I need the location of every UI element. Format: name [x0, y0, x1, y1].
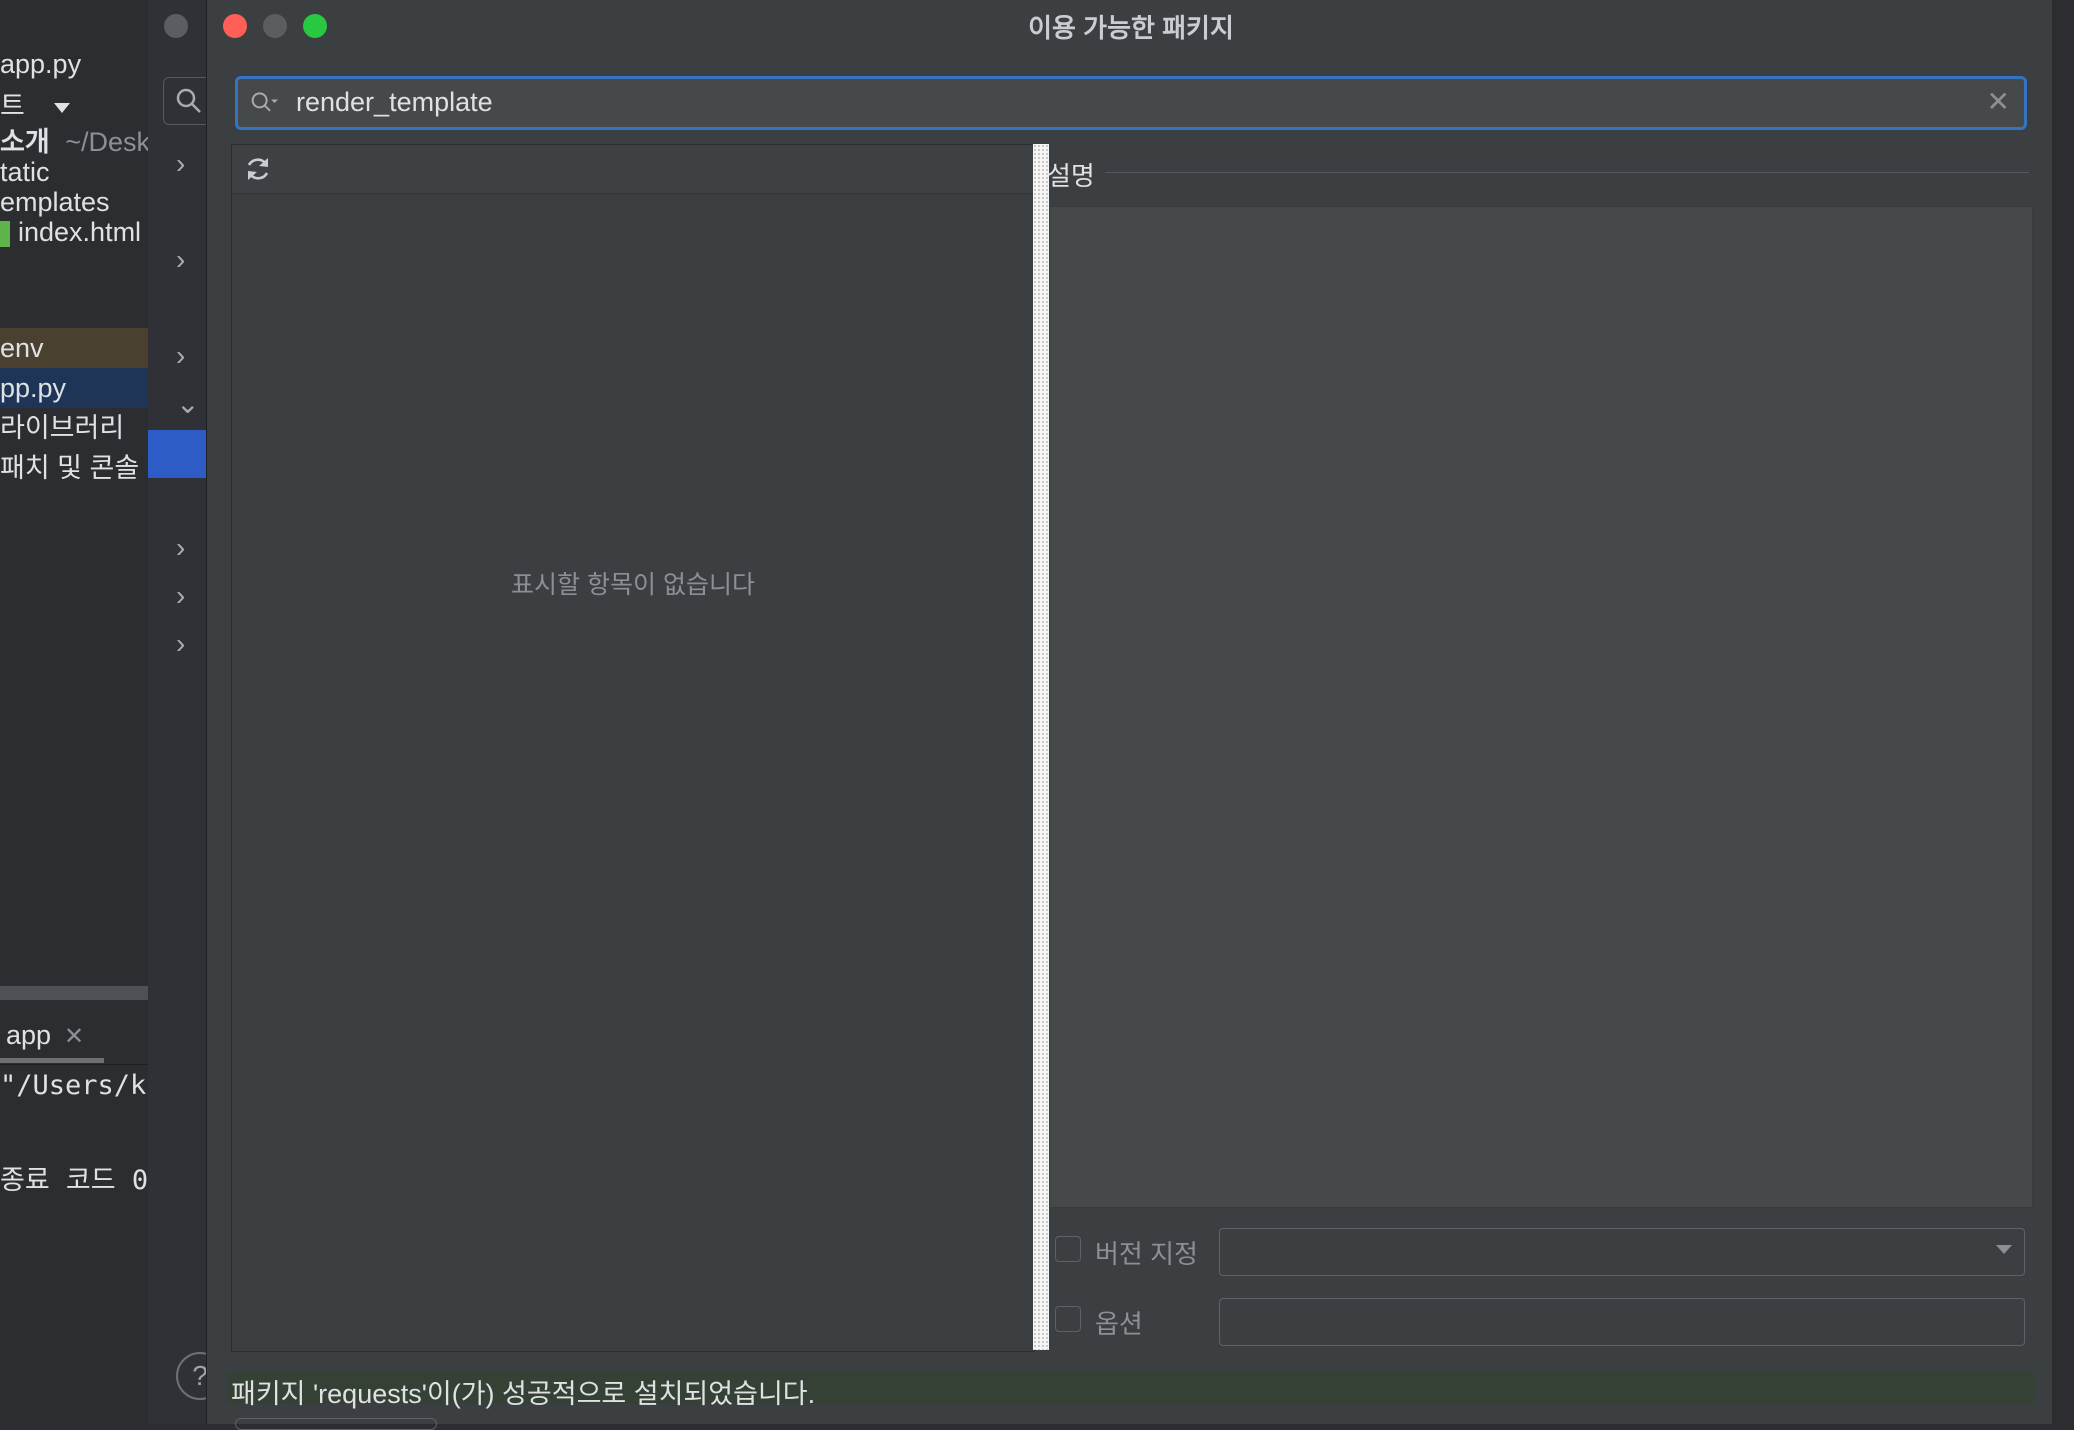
run-tool-tabbar: app ✕ — [0, 1010, 148, 1065]
search-icon — [251, 92, 278, 112]
refresh-icon[interactable] — [244, 155, 272, 183]
project-view-label: 트 — [0, 91, 25, 121]
run-tab-app[interactable]: app — [6, 1020, 51, 1051]
dialog-titlebar: 이용 가능한 패키지 — [207, 0, 2055, 50]
tree-item-scratches-consoles[interactable]: 패치 및 콘솔 — [0, 448, 139, 488]
specify-version-checkbox[interactable] — [1055, 1236, 1081, 1262]
chevron-right-icon[interactable]: › — [176, 630, 200, 658]
description-label: 설명 — [1047, 161, 1095, 191]
tree-item-label: index.html — [18, 217, 142, 247]
horizontal-scrollbar[interactable] — [0, 986, 148, 1000]
console-line: 종료 코드 0( — [0, 1165, 148, 1196]
active-tab-indicator — [0, 1058, 104, 1063]
package-search-input[interactable]: render_template ✕ — [235, 76, 2027, 130]
chevron-right-icon[interactable]: › — [176, 342, 200, 370]
chevron-down-icon — [1996, 1245, 2012, 1254]
project-view-selector[interactable]: 트 — [0, 86, 71, 126]
tree-item-external-libraries[interactable]: 라이브러리 — [0, 408, 124, 448]
settings-sidebar — [148, 0, 206, 1424]
tree-item-path: ~/Deskto — [65, 127, 148, 157]
package-list-toolbar — [232, 145, 1034, 194]
chevron-right-icon[interactable]: › — [176, 246, 200, 274]
status-message: 패키지 'requests'이(가) 성공적으로 설치되었습니다. — [231, 1379, 816, 1409]
pane-splitter[interactable] — [1033, 144, 1049, 1350]
search-value: render_template — [296, 87, 493, 117]
editor-file-tab[interactable]: app.py — [0, 44, 81, 84]
options-checkbox[interactable] — [1055, 1306, 1081, 1332]
package-list[interactable]: 표시할 항목이 없습니다 — [231, 144, 1035, 1352]
options-label: 옵션 — [1095, 1309, 1143, 1339]
project-panel: app.py 트 소개 ~/Deskto tatic emplates inde… — [0, 0, 148, 1424]
search-icon — [176, 88, 201, 113]
version-select[interactable] — [1219, 1228, 2025, 1276]
chevron-down-icon[interactable]: ⌄ — [176, 390, 200, 418]
html-file-icon — [0, 220, 10, 247]
settings-selected-item[interactable] — [148, 430, 206, 478]
close-icon[interactable]: ✕ — [64, 1022, 84, 1051]
specify-version-label: 버전 지정 — [1095, 1239, 1198, 1269]
settings-window-edge — [2052, 0, 2074, 1424]
window-dot-icon — [164, 14, 188, 38]
tree-item-venv[interactable]: env — [0, 328, 148, 368]
tree-item-app-py[interactable]: pp.py — [0, 368, 148, 408]
chevron-right-icon[interactable]: › — [176, 534, 200, 562]
chevron-down-icon — [54, 102, 71, 113]
status-banner: 패키지 'requests'이(가) 성공적으로 설치되었습니다. — [227, 1372, 2035, 1409]
clear-search-icon[interactable]: ✕ — [1987, 85, 2010, 118]
empty-list-message: 표시할 항목이 없습니다 — [511, 571, 755, 599]
install-package-button[interactable] — [235, 1418, 437, 1430]
dialog-title: 이용 가능한 패키지 — [1028, 13, 1234, 43]
tree-item-index-html[interactable]: index.html — [0, 212, 141, 252]
description-panel — [1049, 206, 2033, 1208]
console-line: "/Users/k — [0, 1070, 147, 1101]
description-separator — [1105, 172, 2029, 173]
chevron-right-icon[interactable]: › — [176, 150, 200, 178]
chevron-right-icon[interactable]: › — [176, 582, 200, 610]
options-input[interactable] — [1219, 1298, 2025, 1346]
available-packages-dialog: 이용 가능한 패키지 render_template ✕ 표시할 항목이 없습니… — [206, 0, 2056, 1430]
